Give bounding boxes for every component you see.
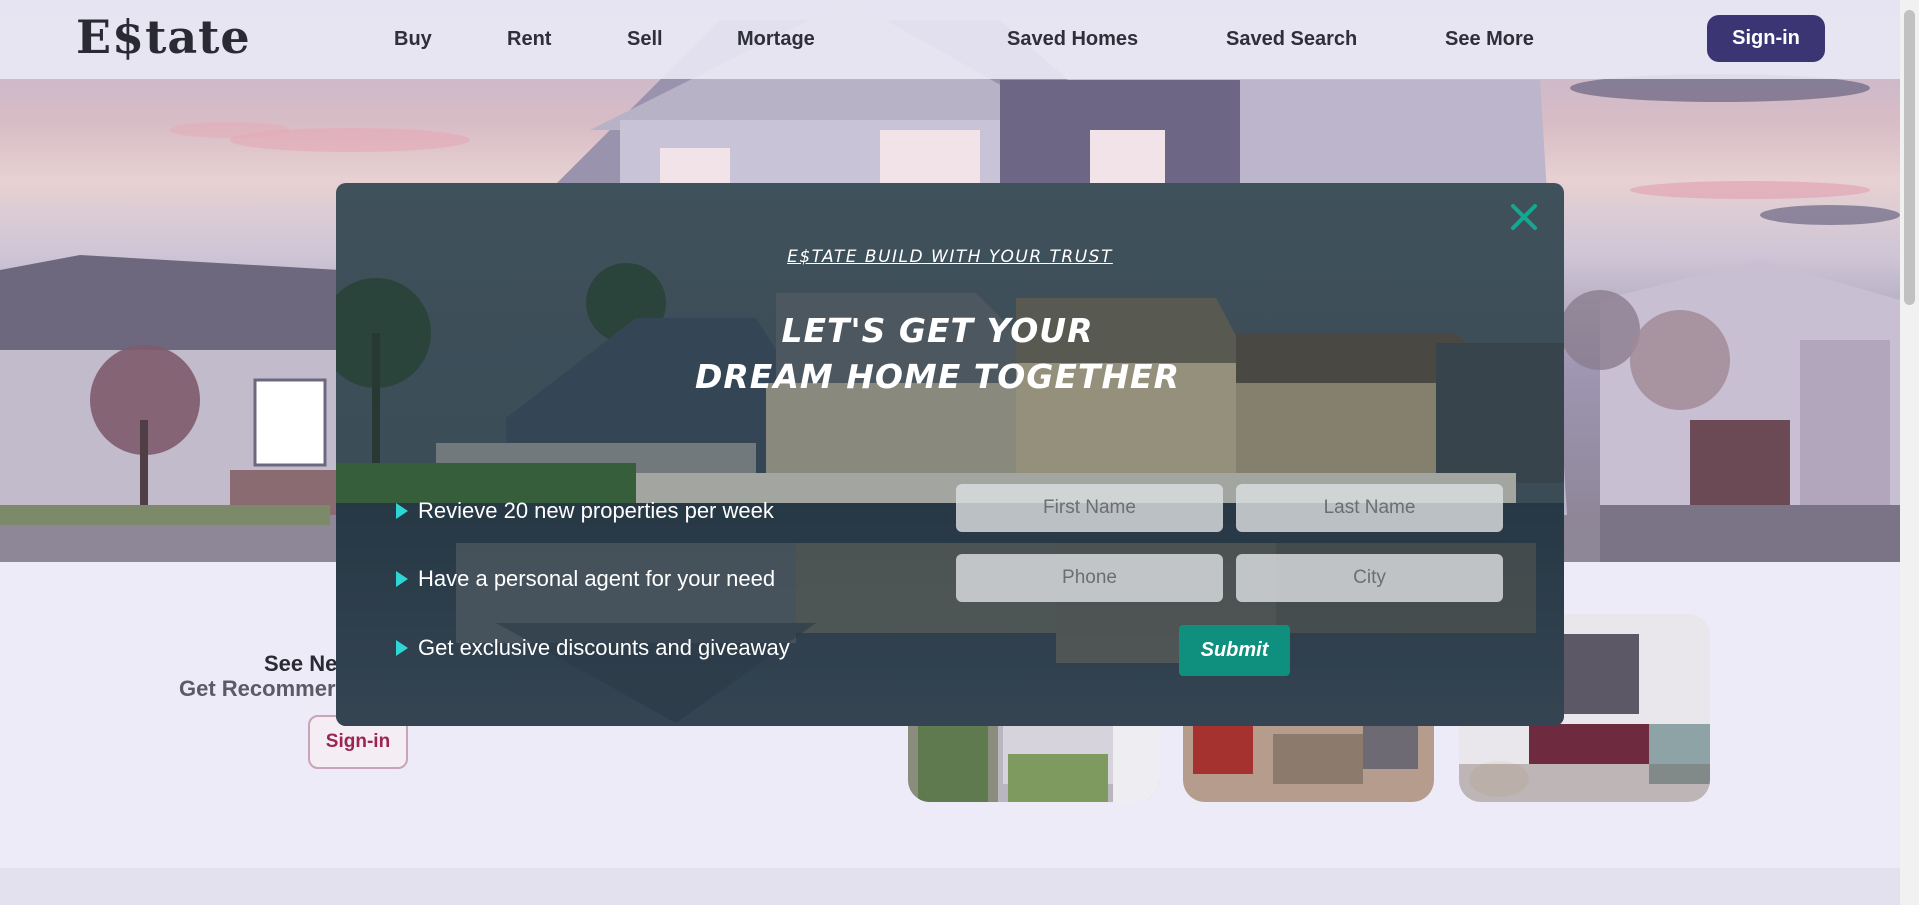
feature-text: Get exclusive discounts and giveaway (418, 635, 790, 660)
feature-text: Revieve 20 new properties per week (418, 498, 774, 523)
headline-line-1: LET'S GET YOUR (781, 311, 1094, 350)
modal-headline: LET'S GET YOUR DREAM HOME TOGETHER (336, 308, 1564, 400)
signup-modal: E$TATE BUILD WITH YOUR TRUST LET'S GET Y… (336, 183, 1564, 726)
triangle-right-icon (396, 571, 408, 587)
feature-item: Have a personal agent for your need (396, 566, 775, 592)
nav-saved-search[interactable]: Saved Search (1226, 28, 1357, 51)
triangle-right-icon (396, 503, 408, 519)
submit-button[interactable]: Submit (1179, 625, 1290, 676)
headline-line-2: DREAM HOME TOGETHER (694, 357, 1181, 396)
footer-band (0, 868, 1900, 905)
nav-buy[interactable]: Buy (394, 28, 432, 51)
feature-item: Revieve 20 new properties per week (396, 498, 774, 524)
promo-title: See Ne (264, 651, 338, 676)
feature-item: Get exclusive discounts and giveaway (396, 635, 790, 661)
promo-subtitle: Get Recommer (179, 676, 336, 701)
phone-field[interactable] (956, 554, 1223, 602)
nav-see-more[interactable]: See More (1445, 28, 1534, 51)
nav-rent[interactable]: Rent (507, 28, 551, 51)
nav-sell[interactable]: Sell (627, 28, 663, 51)
page-scrollbar[interactable] (1900, 0, 1919, 905)
last-name-field[interactable] (1236, 484, 1503, 532)
modal-tagline: E$TATE BUILD WITH YOUR TRUST (787, 247, 1113, 267)
brand-logo[interactable]: E$tate (76, 10, 251, 64)
scrollbar-thumb[interactable] (1904, 10, 1915, 305)
nav-saved-homes[interactable]: Saved Homes (1007, 28, 1138, 51)
feature-text: Have a personal agent for your need (418, 566, 776, 591)
top-navbar: E$tate Buy Rent Sell Mortage Saved Homes… (0, 0, 1900, 79)
city-field[interactable] (1236, 554, 1503, 602)
first-name-field[interactable] (956, 484, 1223, 532)
header-signin-button[interactable]: Sign-in (1707, 15, 1825, 62)
close-icon[interactable] (1506, 199, 1542, 235)
nav-mortage[interactable]: Mortage (737, 28, 815, 51)
triangle-right-icon (396, 640, 408, 656)
